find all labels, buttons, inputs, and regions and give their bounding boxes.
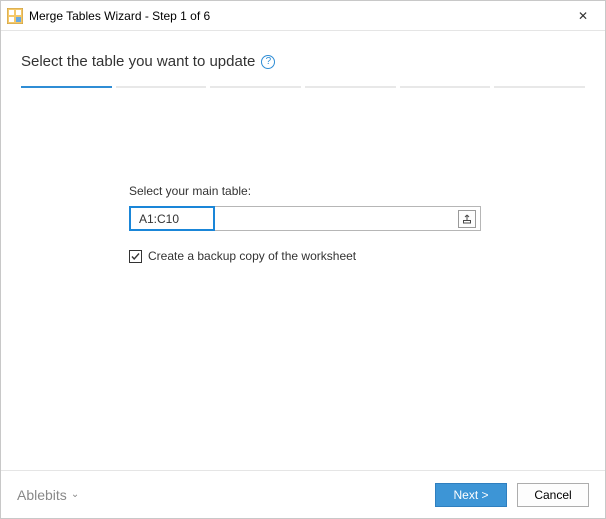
brand-label: Ablebits — [17, 487, 67, 503]
range-display — [215, 206, 481, 231]
brand-menu[interactable]: Ablebits ⌄ — [17, 487, 79, 503]
range-picker-icon — [462, 214, 472, 224]
footer: Ablebits ⌄ Next > Cancel — [1, 470, 605, 518]
main-table-label: Select your main table: — [129, 184, 585, 198]
range-picker-button[interactable] — [458, 210, 476, 228]
help-icon[interactable]: ? — [261, 55, 275, 69]
heading-text: Select the table you want to update — [21, 53, 255, 70]
form-area: Select your main table: — [21, 88, 585, 470]
close-icon: ✕ — [578, 9, 588, 23]
step-heading: Select the table you want to update ? — [21, 53, 585, 70]
backup-checkbox-row[interactable]: Create a backup copy of the worksheet — [129, 249, 585, 263]
check-icon — [130, 251, 141, 262]
range-input[interactable] — [129, 206, 215, 231]
window-title: Merge Tables Wizard - Step 1 of 6 — [29, 9, 561, 23]
next-button[interactable]: Next > — [435, 483, 507, 507]
app-icon — [7, 8, 23, 24]
content-area: Select the table you want to update ? Se… — [1, 31, 605, 470]
wizard-window: Merge Tables Wizard - Step 1 of 6 ✕ Sele… — [0, 0, 606, 519]
close-button[interactable]: ✕ — [561, 1, 605, 31]
chevron-down-icon: ⌄ — [71, 489, 79, 500]
backup-label: Create a backup copy of the worksheet — [148, 249, 356, 263]
range-row — [129, 206, 481, 231]
cancel-button[interactable]: Cancel — [517, 483, 589, 507]
backup-checkbox[interactable] — [129, 250, 142, 263]
titlebar: Merge Tables Wizard - Step 1 of 6 ✕ — [1, 1, 605, 31]
